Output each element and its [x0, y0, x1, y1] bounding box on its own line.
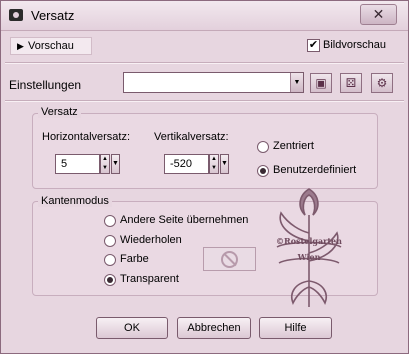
radio-wiederholen[interactable]: [104, 235, 116, 247]
cancel-button[interactable]: Abbrechen: [177, 317, 251, 339]
window-title: Versatz: [31, 8, 75, 23]
divider: [5, 62, 404, 64]
spin-up-icon[interactable]: ▲: [210, 155, 218, 164]
help-button[interactable]: Hilfe: [259, 317, 332, 339]
radio-benutzerdefiniert[interactable]: [257, 165, 269, 177]
camera-icon: [9, 9, 23, 21]
title-bar[interactable]: Versatz ✕: [1, 1, 408, 31]
no-sign-icon: [221, 251, 238, 268]
watermark-line1: ©Rostelgarten: [276, 236, 342, 246]
radio-label: Zentriert: [273, 140, 314, 152]
settings-select[interactable]: [123, 72, 304, 93]
load-preset-icon[interactable]: ⚙: [371, 73, 393, 93]
settings-label: Einstellungen: [9, 78, 82, 92]
close-button[interactable]: ✕: [360, 4, 397, 25]
floppy-disk-icon[interactable]: ▣: [310, 73, 332, 93]
vertical-dropdown[interactable]: ▼: [220, 154, 229, 174]
divider: [5, 100, 404, 102]
triangle-right-icon: ▶: [17, 41, 24, 51]
horizontal-spin-buttons[interactable]: ▲ ▼: [100, 154, 110, 174]
horizontal-dropdown[interactable]: ▼: [111, 154, 120, 174]
horizontal-offset-input[interactable]: 5: [55, 154, 100, 174]
vertical-offset-input[interactable]: -520: [164, 154, 209, 174]
radio-label: Benutzerdefiniert: [273, 164, 357, 176]
flower-watermark: ©Rostelgarten Wien: [276, 188, 342, 307]
radio-label: Andere Seite übernehmen: [120, 214, 249, 226]
ok-button[interactable]: OK: [96, 317, 168, 339]
radio-transparent[interactable]: [104, 274, 116, 286]
radio-zentriert[interactable]: [257, 141, 269, 153]
preview-label: Vorschau: [28, 40, 74, 52]
dice-icon[interactable]: ⚄: [340, 73, 362, 93]
preview-toggle[interactable]: ▶ Vorschau: [10, 37, 92, 55]
bildvorschau-label: Bildvorschau: [323, 39, 386, 51]
versatz-group-title: Versatz: [38, 106, 81, 118]
radio-label: Transparent: [120, 273, 179, 285]
bildvorschau-checkbox[interactable]: ✔: [307, 39, 320, 52]
horizontal-offset-label: Horizontalversatz:: [42, 131, 131, 143]
radio-farbe[interactable]: [104, 254, 116, 266]
kantenmodus-group-title: Kantenmodus: [38, 195, 112, 207]
vertical-offset-label: Vertikalversatz:: [154, 131, 229, 143]
versatz-group: [32, 113, 378, 189]
spin-down-icon[interactable]: ▼: [210, 164, 218, 173]
vertical-spin-buttons[interactable]: ▲ ▼: [209, 154, 219, 174]
radio-andere-seite[interactable]: [104, 215, 116, 227]
spin-up-icon[interactable]: ▲: [101, 155, 109, 164]
color-swatch[interactable]: [203, 247, 256, 271]
chevron-down-icon[interactable]: ▼: [290, 73, 303, 92]
spin-down-icon[interactable]: ▼: [101, 164, 109, 173]
dialog-window: Versatz ✕ ▶ Vorschau ✔ Bildvorschau Eins…: [0, 0, 409, 354]
radio-label: Wiederholen: [120, 234, 182, 246]
radio-label: Farbe: [120, 253, 149, 265]
watermark-line2: Wien: [297, 252, 321, 262]
